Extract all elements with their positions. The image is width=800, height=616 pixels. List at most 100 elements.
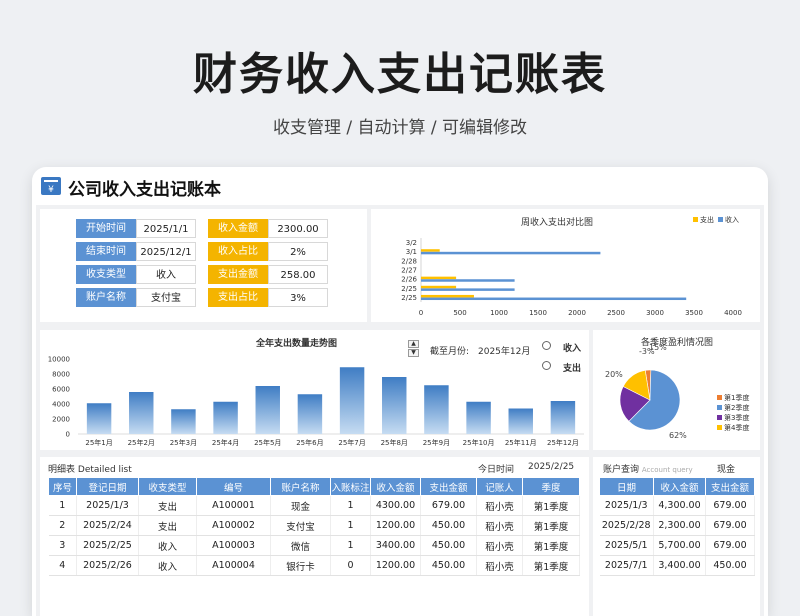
bar-income bbox=[421, 297, 687, 301]
column-header[interactable]: 收支类型 bbox=[138, 477, 197, 496]
y-tick-label: 2000 bbox=[52, 416, 70, 424]
legend-label: 第4季度 bbox=[724, 423, 749, 432]
column-header[interactable]: 账户名称 bbox=[270, 477, 331, 496]
table-cell: 2025/7/1 bbox=[599, 555, 654, 576]
radio-income[interactable] bbox=[542, 341, 551, 350]
column-header[interactable]: 支出金额 bbox=[420, 477, 477, 496]
table-row[interactable]: 2025/5/1 5,700.00 679.00 bbox=[599, 535, 755, 556]
y-tick-label: 0 bbox=[66, 431, 70, 439]
column-header[interactable]: 日期 bbox=[599, 477, 654, 496]
month-label: 截至月份: bbox=[430, 347, 470, 357]
table-row[interactable]: 3 2025/2/25 收入 A100003 微信 1 3400.00 450.00 稻小壳 第1… bbox=[48, 535, 580, 556]
column-header[interactable]: 序号 bbox=[48, 477, 77, 496]
trend-bar bbox=[171, 409, 196, 434]
table-row[interactable]: 1 2025/1/3 支出 A100001 现金 1 4300.00 679.00 稻小壳 第1季… bbox=[48, 495, 580, 516]
summary-value[interactable]: 258.00 bbox=[268, 265, 328, 284]
y-tick-label: 3/2 bbox=[406, 239, 417, 247]
table-row[interactable]: 4 2025/2/26 收入 A100004 银行卡 0 1200.00 450.00 稻小壳第… bbox=[48, 555, 580, 576]
table-cell: 稻小壳 bbox=[476, 515, 523, 536]
column-header[interactable]: 记账人 bbox=[476, 477, 523, 496]
legend-label: 第1季度 bbox=[724, 393, 749, 402]
column-header[interactable]: 编号 bbox=[196, 477, 271, 496]
table-cell: 4300.00 bbox=[370, 495, 421, 516]
legend-swatch bbox=[718, 217, 723, 222]
radio-expense[interactable] bbox=[542, 361, 551, 370]
table-cell: 1200.00 bbox=[370, 555, 421, 576]
y-tick-label: 2/26 bbox=[401, 276, 417, 284]
table-cell: 450.00 bbox=[420, 515, 477, 536]
bar-expense bbox=[421, 276, 457, 280]
x-tick-label: 3500 bbox=[685, 309, 703, 317]
y-tick-label: 8000 bbox=[52, 371, 70, 379]
table-cell: 450.00 bbox=[705, 555, 755, 576]
detail-date: 2025/2/25 bbox=[528, 462, 575, 472]
bar-income bbox=[421, 288, 515, 291]
column-header[interactable]: 收入金额 bbox=[653, 477, 706, 496]
trend-bar bbox=[213, 401, 238, 434]
table-cell: 5,700.00 bbox=[653, 535, 706, 556]
column-header[interactable]: 支出金额 bbox=[705, 477, 755, 496]
table-cell: 稻小壳 bbox=[476, 535, 523, 556]
x-tick-label: 4000 bbox=[724, 309, 742, 317]
trend-bar bbox=[297, 394, 323, 434]
table-cell: 2,300.00 bbox=[653, 515, 706, 536]
table-row[interactable]: 2025/7/1 3,400.00 450.00 bbox=[599, 555, 755, 576]
y-tick-label: 4000 bbox=[52, 401, 70, 409]
x-tick-label: 25年1月 bbox=[85, 438, 112, 447]
bar-income bbox=[421, 251, 601, 255]
summary-label: 收入金额 bbox=[208, 219, 268, 238]
table-cell: 1 bbox=[330, 495, 371, 516]
table-cell: 稻小壳 bbox=[476, 495, 523, 516]
table-row[interactable]: 2 2025/2/24 支出 A100002 支付宝 1 1200.00 450.00 稻小壳第… bbox=[48, 515, 580, 536]
table-cell: 1 bbox=[48, 495, 77, 516]
summary-value[interactable]: 3% bbox=[268, 288, 328, 307]
y-tick-label: 2/27 bbox=[401, 267, 417, 275]
table-cell: 微信 bbox=[270, 535, 331, 556]
x-tick-label: 25年3月 bbox=[170, 438, 197, 447]
month-up-button[interactable]: ▲ bbox=[408, 340, 419, 348]
table-cell: 450.00 bbox=[420, 535, 477, 556]
table-cell: A100004 bbox=[196, 555, 271, 576]
summary-value[interactable]: 支付宝 bbox=[136, 288, 196, 307]
month-value[interactable]: 2025年12月 bbox=[478, 344, 530, 357]
x-tick-label: 25年10月 bbox=[463, 438, 495, 447]
x-tick-label: 3000 bbox=[646, 309, 664, 317]
account-selected[interactable]: 现金 bbox=[717, 462, 735, 475]
summary-label: 支出占比 bbox=[208, 288, 268, 307]
summary-value[interactable]: 2025/1/1 bbox=[136, 219, 196, 238]
detail-panel: 明细表 Detailed list 今日时间 2025/2/25 序号 登记日期收… bbox=[40, 457, 589, 616]
trend-bar bbox=[550, 401, 576, 434]
table-cell: 1 bbox=[330, 535, 371, 556]
bar-expense bbox=[421, 249, 440, 252]
y-tick-label: 3/1 bbox=[406, 248, 417, 256]
table-cell: 2025/2/25 bbox=[76, 535, 139, 556]
table-row[interactable]: 2025/2/28 2,300.00 679.00 bbox=[599, 515, 755, 536]
trend-bar bbox=[424, 385, 449, 434]
column-header[interactable]: 季度 bbox=[522, 477, 580, 496]
month-down-button[interactable]: ▼ bbox=[408, 349, 419, 357]
table-row[interactable]: 2025/1/3 4,300.00 679.00 bbox=[599, 495, 755, 516]
column-header[interactable]: 登记日期 bbox=[76, 477, 139, 496]
y-tick-label: 2/28 bbox=[401, 257, 417, 265]
table-cell: 679.00 bbox=[705, 535, 755, 556]
column-header[interactable]: 收入金额 bbox=[370, 477, 421, 496]
x-tick-label: 25年12月 bbox=[547, 438, 579, 447]
table-cell: 银行卡 bbox=[270, 555, 331, 576]
table-cell: 679.00 bbox=[420, 495, 477, 516]
summary-value[interactable]: 收入 bbox=[136, 265, 196, 284]
yen-ledger-icon: ¥ bbox=[41, 177, 61, 195]
table-cell: 稻小壳 bbox=[476, 555, 523, 576]
column-header[interactable]: 入账标注 bbox=[330, 477, 371, 496]
table-cell: 收入 bbox=[138, 555, 197, 576]
legend-swatch bbox=[717, 415, 722, 420]
x-tick-label: 25年8月 bbox=[381, 438, 408, 447]
legend-label: 支出 bbox=[700, 215, 714, 224]
summary-value[interactable]: 2% bbox=[268, 242, 328, 261]
x-tick-label: 25年5月 bbox=[254, 438, 281, 447]
table-cell: A100001 bbox=[196, 495, 271, 516]
summary-value[interactable]: 2300.00 bbox=[268, 219, 328, 238]
legend-label: 收入 bbox=[725, 215, 739, 224]
summary-value[interactable]: 2025/12/1 bbox=[136, 242, 196, 261]
table-cell: 第1季度 bbox=[522, 515, 580, 536]
trend-bar bbox=[339, 367, 365, 434]
